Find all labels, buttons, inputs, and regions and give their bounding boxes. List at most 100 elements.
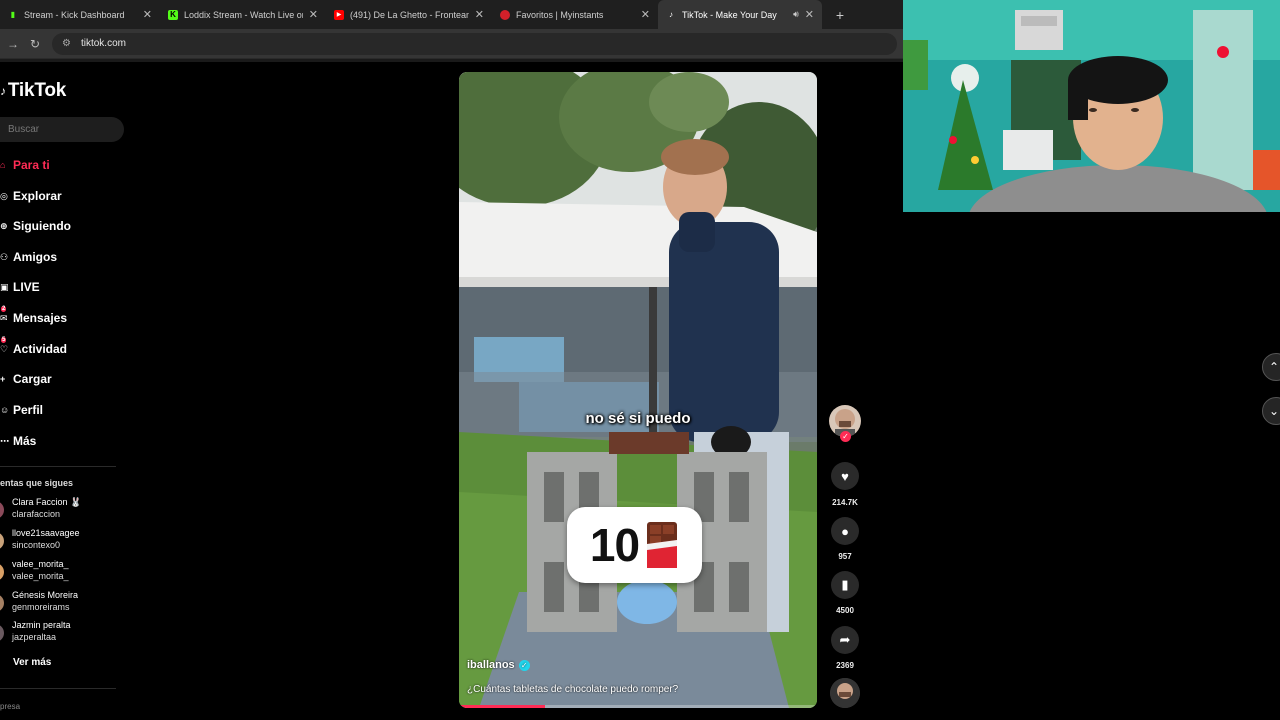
see-more-link[interactable]: Ver más [13,657,51,668]
account-name: Jazmin peralta [12,620,71,630]
nav-item-mensajes[interactable]: ✉ 2 Mensajes [0,306,68,328]
previous-video-button[interactable]: ⌃ [1262,353,1280,381]
account-handle: genmoreirams [12,602,70,612]
video-progress-fill [459,705,545,708]
site-info-icon[interactable]: ⚙ [62,38,71,49]
save-count: 4500 [836,606,854,615]
nav-label: Cargar [13,372,52,386]
nav-item-perfil[interactable]: ☺ Perfil [0,400,43,420]
save-button[interactable]: ▮ [831,571,859,599]
url-field[interactable]: ⚙ tiktok.com [52,32,897,55]
nav-label: Mensajes [13,311,68,325]
tiktok-sidebar: ♪ TikTok Buscar ⌂ Para ti ◎ Explorar ⊕ S… [0,62,140,720]
nav-item-amigos[interactable]: ⚇ Amigos [0,247,57,267]
avatar [0,532,4,550]
video-frame-illustration [459,72,817,708]
nav-item-explorar[interactable]: ◎ Explorar [0,186,62,206]
close-tab-icon[interactable]: ✕ [143,8,152,21]
reload-icon[interactable]: ↻ [26,37,44,51]
tiktok-icon: ♪ [669,10,673,19]
messages-icon: ✉ [0,312,8,323]
tab-title: TikTok - Make Your Day [682,9,777,20]
account-handle: jazperaltaa [12,632,57,642]
close-tab-icon[interactable]: ✕ [641,8,650,21]
avatar [0,501,4,519]
share-button[interactable]: ➦ [831,626,859,654]
nav-label: Siguiendo [13,219,71,233]
browser-tab-youtube[interactable]: ▶ (491) De La Ghetto - Fronteame ✕ [326,0,492,29]
following-account[interactable]: llove21saavagee sincontexo0 [0,528,120,554]
music-disc[interactable] [830,678,860,708]
nav-item-mas[interactable]: ⋯ Más [0,431,36,451]
forward-icon[interactable]: → [4,37,22,51]
nav-label: LIVE [13,280,40,294]
video-description: ¿Cuántas tabletas de chocolate puedo rom… [467,684,679,695]
account-handle: clarafaccion [12,509,61,519]
browser-tab-myinstants[interactable]: Favoritos | Myinstants ✕ [492,0,658,29]
account-name: Clara Faccion 🐰 [12,497,82,507]
like-count: 214.7K [832,498,858,507]
search-input[interactable]: Buscar [0,117,124,142]
tiktok-logo-icon: ♪ [0,84,6,98]
new-tab-button[interactable]: + [830,7,850,23]
live-icon: ▣ [0,281,9,292]
comment-count: 957 [838,552,852,561]
video-author[interactable]: iballanos ✓ [467,659,530,671]
kick-icon: K [168,9,178,20]
sidebar-divider [0,688,116,689]
comment-button[interactable]: ● [831,517,859,545]
like-button[interactable]: ♥ [831,462,859,490]
next-video-button[interactable]: ⌄ [1262,397,1280,425]
follow-check-icon[interactable]: ✓ [840,431,851,442]
following-account[interactable]: Jazmin peralta jazperaltaa [0,620,120,646]
profile-icon: ☺ [0,405,10,415]
video-player[interactable]: no sé si puedo 10 iballanos ✓ ¿Cuántas t… [459,72,817,708]
chocolate-bar-icon [645,520,679,570]
nav-item-para-ti[interactable]: ⌂ Para ti [0,155,50,175]
home-icon: ⌂ [0,160,6,170]
nav-label: Explorar [13,189,62,203]
following-account[interactable]: valee_morita_ valee_morita_ [0,559,120,585]
nav-label: Para ti [13,158,50,172]
author-name: iballanos [467,659,515,671]
following-account[interactable]: Génesis Moreira genmoreirams [0,590,120,616]
nav-item-cargar[interactable]: + Cargar [0,369,52,389]
nav-item-siguiendo[interactable]: ⊕ Siguiendo [0,216,71,236]
footer-link[interactable]: presa [0,702,20,711]
video-caption: no sé si puedo [585,410,691,427]
following-account[interactable]: Clara Faccion 🐰 clarafaccion [0,497,120,523]
nav-item-actividad[interactable]: ♡ 5 Actividad [0,337,68,359]
nav-item-live[interactable]: ▣ LIVE [0,277,40,297]
chocolate-counter: 10 [567,507,702,583]
nav-label: Perfil [13,403,44,417]
browser-tab-loddix-stream[interactable]: K Loddix Stream - Watch Live on ✕ [160,0,326,29]
close-tab-icon[interactable]: ✕ [805,8,814,21]
close-tab-icon[interactable]: ✕ [475,8,484,21]
tiktok-logo[interactable]: ♪ TikTok [0,80,66,102]
share-count: 2369 [836,661,854,670]
following-icon: ⊕ [0,220,8,231]
account-name: llove21saavagee [12,528,80,538]
chevron-down-icon: ⌄ [1269,404,1280,418]
nav-label: Actividad [13,342,68,356]
webcam-illustration [903,0,1280,212]
account-name: Génesis Moreira [12,590,79,600]
activity-badge: 5 [1,337,7,343]
upload-icon: + [0,374,6,384]
youtube-icon: ▶ [334,9,344,20]
webcam-overlay [903,0,1280,212]
tab-title: Favoritos | Myinstants [516,9,604,20]
verified-icon: ✓ [518,659,530,671]
friends-icon: ⚇ [0,251,9,262]
browser-tab-kick-dashboard[interactable]: ▮ Stream - Kick Dashboard ✕ [0,0,160,29]
activity-icon: ♡ [0,343,9,354]
kick-icon: ▮ [10,10,16,19]
close-tab-icon[interactable]: ✕ [309,8,318,21]
account-name: valee_morita_ [12,559,69,569]
myinstants-icon [500,9,510,20]
video-progress-bar[interactable] [459,705,817,708]
messages-badge: 2 [1,306,7,312]
browser-tab-tiktok[interactable]: ♪ TikTok - Make Your Day 🔊︎ ✕ [658,0,822,29]
speaker-icon[interactable]: 🔊︎ [793,9,799,20]
share-icon: ➦ [839,632,851,647]
